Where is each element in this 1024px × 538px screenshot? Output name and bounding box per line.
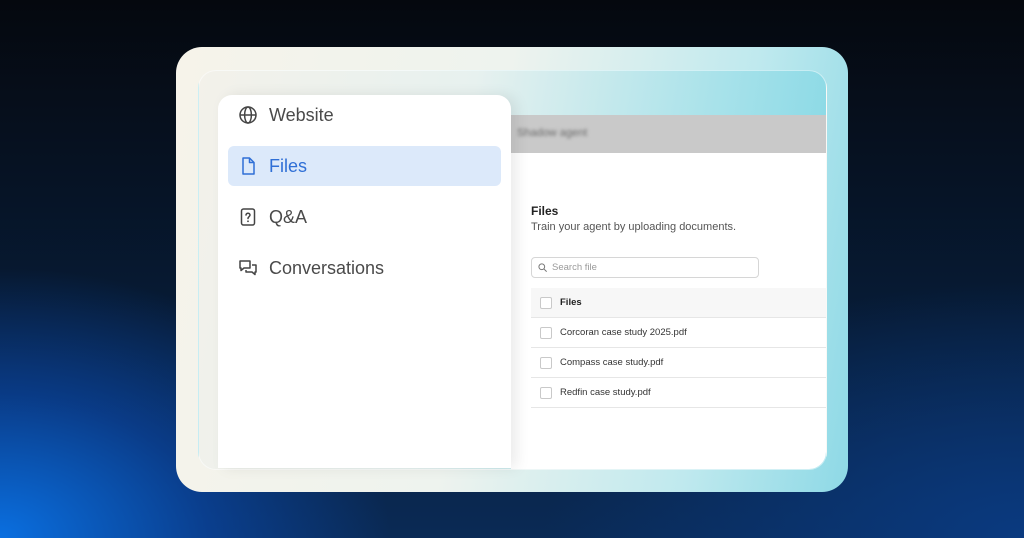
row-checkbox[interactable]	[540, 387, 552, 399]
sidebar-item-qa[interactable]: Q&A	[228, 197, 501, 237]
page-title: Files	[531, 204, 559, 218]
sidebar-item-files[interactable]: Files	[228, 146, 501, 186]
table-row[interactable]: Redfin case study.pdf	[531, 378, 826, 408]
globe-icon	[239, 106, 257, 124]
chat-bubbles-icon	[239, 260, 257, 276]
app-panel: Shadow agent Files Train your agent by u…	[511, 115, 826, 469]
sidebar-item-website[interactable]: Website	[228, 95, 501, 135]
sidebar-item-label: Q&A	[269, 207, 308, 227]
app-topbar: Shadow agent	[511, 115, 826, 153]
sidebar: Website Files Q&A Conversations	[218, 95, 511, 468]
sidebar-item-label: Files	[269, 156, 308, 176]
file-name: Compass case study.pdf	[560, 357, 664, 368]
search-icon	[538, 263, 547, 272]
sidebar-item-label: Conversations	[269, 258, 385, 278]
search-box[interactable]	[531, 257, 759, 278]
table-header: Files	[531, 288, 826, 318]
table-row[interactable]: Compass case study.pdf	[531, 348, 826, 378]
page-subtitle: Train your agent by uploading documents.	[531, 221, 737, 233]
file-name: Corcoran case study 2025.pdf	[560, 327, 687, 338]
table-row[interactable]: Corcoran case study 2025.pdf	[531, 318, 826, 348]
sidebar-item-conversations[interactable]: Conversations	[228, 248, 501, 288]
sidebar-item-label: Website	[269, 105, 334, 125]
select-all-checkbox[interactable]	[540, 297, 552, 309]
files-table: Files Corcoran case study 2025.pdf Compa…	[531, 288, 826, 408]
question-file-icon	[240, 208, 256, 226]
row-checkbox[interactable]	[540, 327, 552, 339]
file-name: Redfin case study.pdf	[560, 387, 651, 398]
file-icon	[242, 157, 255, 175]
column-header-files: Files	[560, 297, 582, 308]
row-checkbox[interactable]	[540, 357, 552, 369]
search-input[interactable]	[552, 258, 752, 277]
agent-selector[interactable]: Shadow agent	[517, 127, 587, 139]
